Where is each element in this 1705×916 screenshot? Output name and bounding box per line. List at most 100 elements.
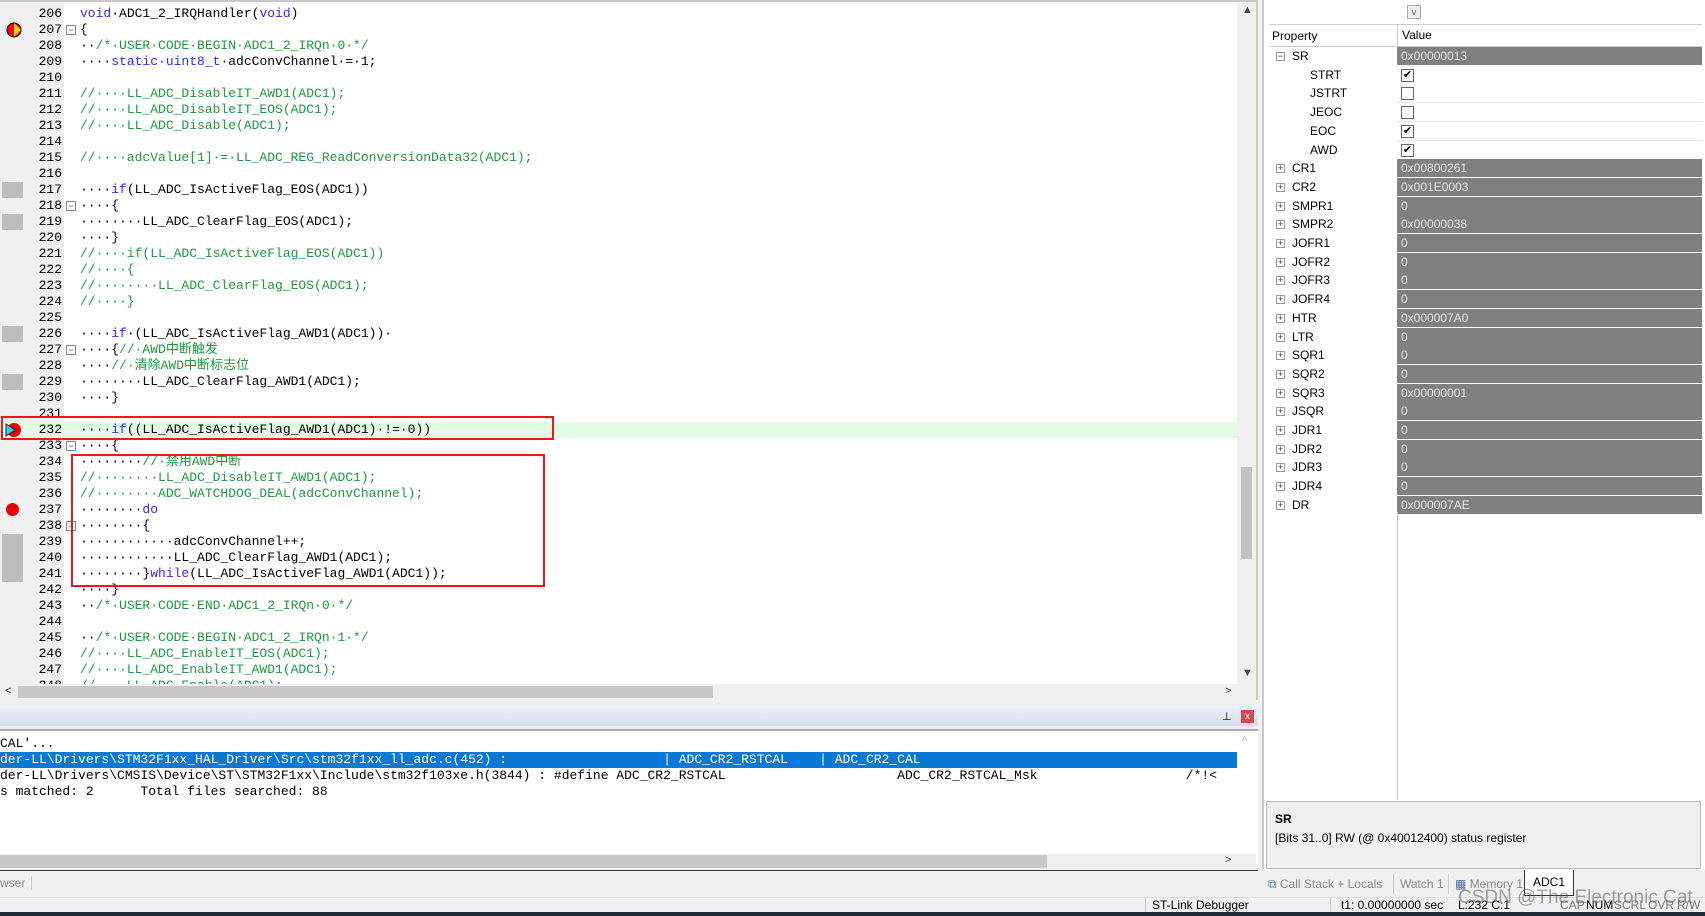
collapse-icon[interactable]: −	[1276, 52, 1285, 61]
code-editor[interactable]: 206 void·ADC1_2_IRQHandler(void) 207−{208 ·…	[0, 0, 1258, 700]
code-line[interactable]: 208 ··/*·USER·CODE·BEGIN·ADC1_2_IRQn·0·*/	[0, 38, 1237, 54]
coverage-marker[interactable]	[2, 182, 23, 198]
scroll-thumb[interactable]	[0, 855, 1047, 868]
expand-icon[interactable]: +	[1276, 482, 1285, 492]
value-column-header[interactable]: Value	[1397, 24, 1432, 47]
register-row[interactable]: + JOFR3 0	[1270, 271, 1702, 291]
code-line[interactable]: 235 //········LL_ADC_DisableIT_AWD1(ADC1)…	[0, 470, 1237, 486]
expand-icon[interactable]: +	[1276, 463, 1285, 473]
coverage-marker[interactable]	[2, 550, 23, 566]
register-value[interactable]: 0x001E0003	[1397, 177, 1702, 197]
code-line[interactable]: 215 //····adcValue[1]·=·LL_ADC_REG_ReadCo…	[0, 150, 1237, 166]
register-row[interactable]: + SMPR2 0x00000038	[1270, 215, 1702, 235]
expand-icon[interactable]: +	[1276, 388, 1285, 398]
register-value[interactable]: 0x00800261	[1397, 159, 1702, 179]
expand-icon[interactable]: +	[1276, 426, 1285, 435]
code-line[interactable]: 237 ········do	[0, 502, 1237, 518]
output-line[interactable]: CAL'...	[0, 736, 1237, 752]
bit-checkbox[interactable]: ✔	[1401, 68, 1414, 82]
code-line[interactable]: 224 //····}	[0, 294, 1237, 310]
code-line[interactable]: 226 ····if·(LL_ADC_IsActiveFlag_AWD1(ADC1…	[0, 326, 1237, 342]
code-line[interactable]: 223 //········LL_ADC_ClearFlag_EOS(ADC1);	[0, 278, 1237, 294]
scroll-right-icon[interactable]: >	[1225, 685, 1231, 697]
close-icon[interactable]: x	[1241, 710, 1254, 723]
register-row[interactable]: + JDR4 0	[1270, 477, 1702, 497]
register-row[interactable]: + JOFR4 0	[1270, 290, 1702, 310]
code-line[interactable]: 206 void·ADC1_2_IRQHandler(void)	[0, 6, 1237, 22]
register-row[interactable]: EOC ✔	[1270, 121, 1702, 141]
register-row[interactable]: + CR1 0x00800261	[1270, 159, 1702, 179]
fold-collapse-icon[interactable]: −	[66, 201, 76, 211]
output-line[interactable]: der-LL\Drivers\CMSIS\Device\ST\STM32F1xx…	[0, 768, 1237, 784]
register-value[interactable]: 0	[1397, 234, 1702, 253]
breakpoint-current-line-icon[interactable]	[3, 422, 22, 438]
code-line[interactable]: 221 //····if(LL_ADC_IsActiveFlag_EOS(ADC1…	[0, 246, 1237, 262]
bit-checkbox[interactable]	[1401, 106, 1414, 120]
breakpoint-icon[interactable]	[6, 503, 19, 516]
code-line[interactable]: 211 //····LL_ADC_DisableIT_AWD1(ADC1);	[0, 86, 1237, 102]
code-line[interactable]: 225	[0, 310, 1237, 326]
register-row[interactable]: + SMPR1 0	[1270, 196, 1702, 216]
property-column-header[interactable]: Property	[1272, 25, 1317, 47]
code-line[interactable]: 239 ············adcConvChannel++;	[0, 534, 1237, 550]
code-line[interactable]: 245 ··/*·USER·CODE·BEGIN·ADC1_2_IRQn·1·*/	[0, 630, 1237, 646]
register-row[interactable]: + DR 0x000007AE	[1270, 495, 1702, 515]
register-row[interactable]: + JOFR1 0	[1270, 234, 1702, 253]
code-line[interactable]: 220 ····}	[0, 230, 1237, 246]
register-value[interactable]: 0x000007A0	[1397, 308, 1702, 328]
code-line[interactable]: 229 ········LL_ADC_ClearFlag_AWD1(ADC1);	[0, 374, 1237, 390]
scroll-thumb[interactable]	[1241, 467, 1252, 559]
register-row[interactable]: + SQR2 0	[1270, 364, 1702, 384]
tab-call-stack[interactable]: ⧉ Call Stack + Locals	[1268, 874, 1382, 894]
code-line[interactable]: 219 ········LL_ADC_ClearFlag_EOS(ADC1);	[0, 214, 1237, 230]
register-value[interactable]: 0	[1397, 271, 1702, 291]
code-line[interactable]: 210	[0, 70, 1237, 86]
code-line[interactable]: 216	[0, 166, 1237, 182]
register-value[interactable]: 0	[1397, 346, 1702, 366]
bit-checkbox[interactable]	[1401, 87, 1414, 101]
bit-checkbox[interactable]: ✔	[1401, 124, 1414, 138]
code-line[interactable]: 246 //····LL_ADC_EnableIT_EOS(ADC1);	[0, 646, 1237, 662]
output-horizontal-scrollbar[interactable]: >	[0, 854, 1256, 869]
code-line[interactable]: 232 ····if((LL_ADC_IsActiveFlag_AWD1(ADC1…	[0, 422, 1237, 438]
register-row[interactable]: JSTRT	[1270, 84, 1702, 104]
tab-browser[interactable]: wser	[0, 876, 33, 890]
coverage-marker[interactable]	[2, 374, 23, 390]
scroll-thumb[interactable]	[18, 686, 713, 698]
register-row[interactable]: + HTR 0x000007A0	[1270, 308, 1702, 328]
expand-icon[interactable]: +	[1276, 313, 1285, 323]
register-row[interactable]: + SQR1 0	[1270, 346, 1702, 366]
expand-icon[interactable]: +	[1276, 407, 1285, 417]
register-row[interactable]: + JOFR2 0	[1270, 252, 1702, 272]
register-value[interactable]: 0	[1397, 477, 1702, 497]
expand-icon[interactable]: +	[1276, 201, 1285, 211]
code-line[interactable]: 247 //····LL_ADC_EnableIT_AWD1(ADC1);	[0, 662, 1237, 678]
register-row[interactable]: STRT ✔	[1270, 65, 1702, 85]
code-line[interactable]: 242 ····}	[0, 582, 1237, 598]
register-value[interactable]: 0	[1397, 364, 1702, 384]
code-line[interactable]: 236 //········ADC_WATCHDOG_DEAL(adcConvCh…	[0, 486, 1237, 502]
code-line[interactable]: 213 //····LL_ADC_Disable(ADC1);	[0, 118, 1237, 134]
scroll-left-icon[interactable]: <	[5, 685, 11, 697]
fold-collapse-icon[interactable]: −	[66, 521, 76, 531]
code-line[interactable]: 218− ····{	[0, 198, 1237, 214]
code-line[interactable]: 243 ··/*·USER·CODE·END·ADC1_2_IRQn·0·*/	[0, 598, 1237, 614]
code-line[interactable]: 217 ····if(LL_ADC_IsActiveFlag_EOS(ADC1))	[0, 182, 1237, 198]
expand-icon[interactable]: +	[1276, 182, 1285, 192]
code-line[interactable]: 214	[0, 134, 1237, 150]
coverage-marker[interactable]	[2, 566, 23, 582]
register-value[interactable]: 0x000007AE	[1397, 495, 1702, 515]
expand-icon[interactable]: +	[1276, 444, 1285, 454]
register-value[interactable]: 0x00000013	[1397, 47, 1702, 66]
scroll-up-icon[interactable]: ^	[1242, 735, 1247, 747]
code-line[interactable]: 228 ····//·清除AWD中断标志位	[0, 358, 1237, 374]
code-line[interactable]: 234 ········//·禁用AWD中断	[0, 454, 1237, 470]
coverage-marker[interactable]	[2, 214, 23, 230]
register-row[interactable]: JEOC	[1270, 103, 1702, 123]
code-line[interactable]: 244	[0, 614, 1237, 630]
coverage-marker[interactable]	[2, 534, 23, 550]
code-line[interactable]: 241 ········}while(LL_ADC_IsActiveFlag_AW…	[0, 566, 1237, 582]
expand-icon[interactable]: +	[1276, 351, 1285, 361]
code-line[interactable]: 230 ····}	[0, 390, 1237, 406]
scroll-up-icon[interactable]: ▲	[1242, 4, 1253, 16]
